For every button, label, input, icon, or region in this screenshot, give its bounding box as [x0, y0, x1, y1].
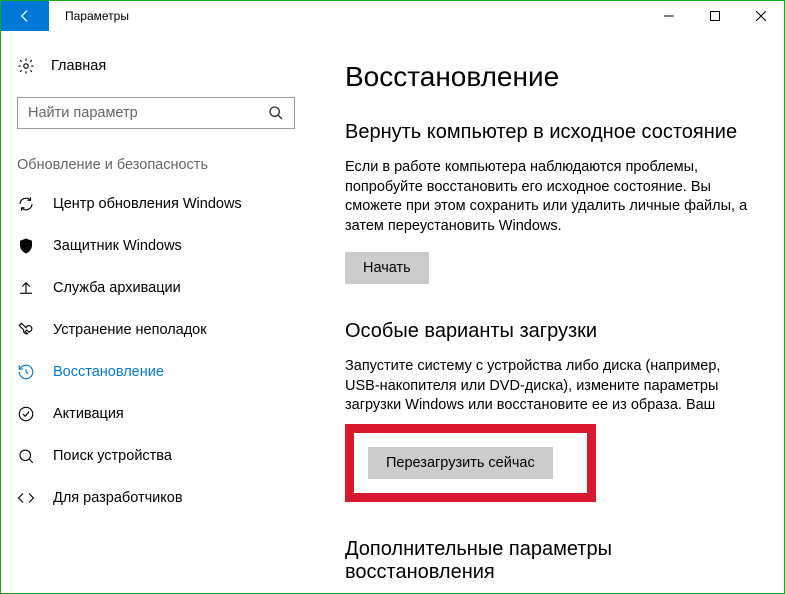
minimize-icon — [664, 11, 674, 21]
settings-window: Параметры Главная — [0, 0, 785, 594]
sidebar-item-label: Восстановление — [53, 364, 164, 380]
page-title: Восстановление — [345, 61, 750, 93]
section-advanced-startup: Особые варианты загрузки Запустите систе… — [345, 320, 750, 502]
sync-icon — [17, 195, 35, 213]
section-description: Если в работе компьютера наблюдаются про… — [345, 158, 750, 236]
sidebar-item-find-device[interactable]: Поиск устройства — [1, 435, 311, 477]
back-button[interactable] — [1, 1, 49, 31]
arrow-left-icon — [17, 8, 33, 24]
check-circle-icon — [17, 405, 35, 423]
sidebar-item-troubleshoot[interactable]: Устранение неполадок — [1, 309, 311, 351]
home-label: Главная — [51, 58, 106, 74]
sidebar-item-activation[interactable]: Активация — [1, 393, 311, 435]
backup-icon — [17, 279, 35, 297]
sidebar-item-label: Защитник Windows — [53, 238, 182, 254]
minimize-button[interactable] — [646, 1, 692, 31]
sidebar-item-windows-update[interactable]: Центр обновления Windows — [1, 183, 311, 225]
search-input[interactable] — [18, 105, 268, 121]
shield-icon — [17, 237, 35, 255]
sidebar-item-label: Служба архивации — [53, 280, 181, 296]
sidebar-item-defender[interactable]: Защитник Windows — [1, 225, 311, 267]
section-description: Запустите систему с устройства либо диск… — [345, 357, 750, 416]
section-title: Особые варианты загрузки — [345, 320, 750, 343]
history-icon — [17, 363, 35, 381]
section-more-recovery: Дополнительные параметры восстановления — [345, 538, 750, 584]
maximize-icon — [710, 11, 720, 21]
section-title: Вернуть компьютер в исходное состояние — [345, 121, 750, 144]
sidebar-item-label: Поиск устройства — [53, 448, 172, 464]
window-controls — [646, 1, 784, 31]
home-link[interactable]: Главная — [1, 47, 311, 85]
sidebar-item-label: Центр обновления Windows — [53, 196, 242, 212]
app-title: Параметры — [65, 9, 646, 23]
sidebar-item-backup[interactable]: Служба архивации — [1, 267, 311, 309]
search-icon — [268, 105, 284, 121]
main-panel: Восстановление Вернуть компьютер в исход… — [311, 31, 784, 593]
close-button[interactable] — [738, 1, 784, 31]
sidebar: Главная Обновление и безопасность Центр … — [1, 31, 311, 593]
maximize-button[interactable] — [692, 1, 738, 31]
restart-now-button[interactable]: Перезагрузить сейчас — [368, 447, 553, 479]
highlight-annotation: Перезагрузить сейчас — [345, 424, 596, 502]
titlebar: Параметры — [1, 1, 784, 31]
content-area: Главная Обновление и безопасность Центр … — [1, 31, 784, 593]
wrench-icon — [17, 321, 35, 339]
reset-start-button[interactable]: Начать — [345, 252, 429, 284]
section-title: Дополнительные параметры восстановления — [345, 538, 750, 584]
sidebar-item-recovery[interactable]: Восстановление — [1, 351, 311, 393]
gear-icon — [17, 57, 35, 75]
sidebar-item-label: Для разработчиков — [53, 490, 183, 506]
sidebar-item-label: Устранение неполадок — [53, 322, 207, 338]
section-reset: Вернуть компьютер в исходное состояние Е… — [345, 121, 750, 284]
location-icon — [17, 447, 35, 465]
sidebar-item-developers[interactable]: Для разработчиков — [1, 477, 311, 519]
search-box[interactable] — [17, 97, 295, 129]
close-icon — [756, 11, 766, 21]
code-icon — [17, 489, 35, 507]
sidebar-item-label: Активация — [53, 406, 124, 422]
section-label: Обновление и безопасность — [17, 157, 295, 173]
